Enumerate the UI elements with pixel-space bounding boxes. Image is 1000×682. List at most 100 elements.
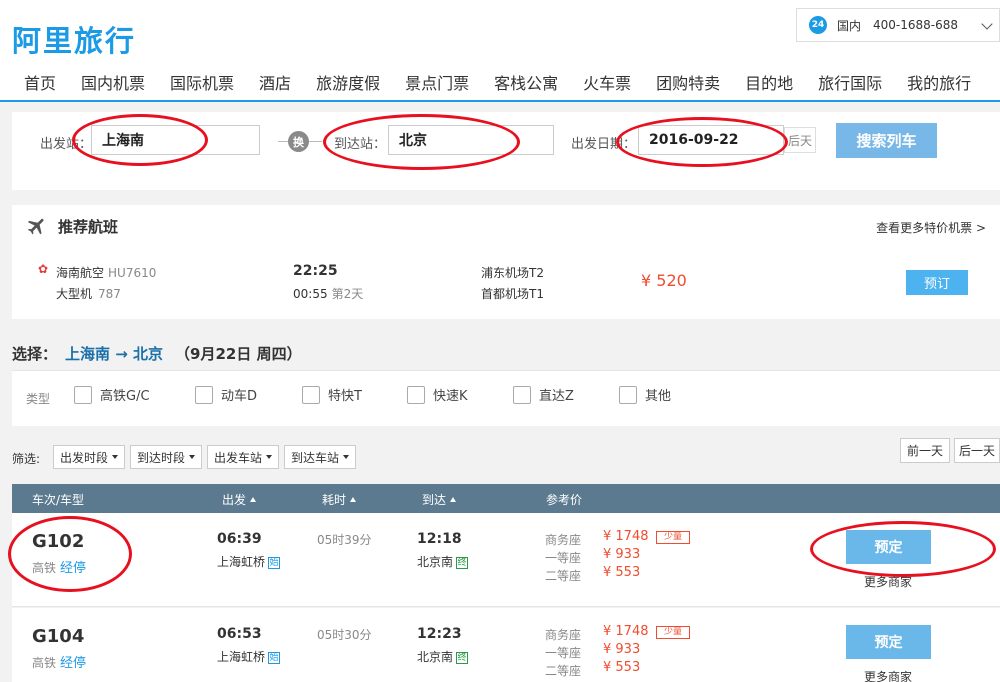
more-merchants-link[interactable]: 更多商家: [864, 573, 912, 590]
arrive-station: 北京南终: [417, 553, 469, 570]
trip-duration: 05时39分: [317, 533, 372, 547]
nav-destinations[interactable]: 目的地: [745, 70, 793, 94]
train-stops-link[interactable]: 经停: [60, 561, 86, 576]
seat-price: ¥ 553: [603, 565, 641, 580]
selection-date: （9月22日 周四）: [175, 345, 302, 363]
terminal-station-icon: 终: [456, 557, 469, 569]
col-duration[interactable]: 耗时: [322, 491, 357, 508]
prev-day-button[interactable]: 前一天: [900, 438, 950, 463]
type-filter-label: 类型: [26, 392, 51, 406]
checkbox[interactable]: [302, 385, 320, 404]
flight-arrive-time: 00:55: [293, 287, 328, 301]
plane-size: 大型机: [56, 287, 93, 301]
checkbox[interactable]: [74, 385, 92, 404]
to-station-input[interactable]: [388, 125, 554, 155]
book-train-button[interactable]: 预定: [846, 530, 931, 564]
sort-icon: [250, 497, 257, 502]
plane-icon: [27, 218, 44, 235]
nav-inns[interactable]: 客栈公寓: [494, 70, 558, 94]
selection-route: 上海南 → 北京: [65, 345, 164, 363]
flight-arrive-day: 第2天: [331, 287, 364, 301]
dropdown-label: 出发时段: [60, 450, 109, 465]
type-option-label: 特快T: [328, 389, 362, 404]
train-type-label: 高铁: [32, 656, 57, 670]
col-duration-label: 耗时: [322, 493, 347, 507]
next-day-button[interactable]: 后一天: [954, 438, 1000, 463]
depart-station: 上海虹桥始: [217, 648, 281, 665]
recommended-flight-title: 推荐航班: [58, 218, 119, 236]
train-stops-link[interactable]: 经停: [60, 656, 86, 671]
type-option-other[interactable]: 其他: [619, 385, 671, 404]
sort-icon: [350, 497, 357, 502]
type-option-label: 快速K: [433, 389, 468, 404]
train-search-panel: 出发站： 换 到达站： 出发日期： 后天 搜索列车: [12, 112, 1000, 190]
depart-period-dropdown[interactable]: 出发时段: [53, 445, 126, 469]
nav-travel-international[interactable]: 旅行国际: [818, 70, 882, 94]
nav-vacations[interactable]: 旅游度假: [316, 70, 380, 94]
arrive-station-name: 北京南: [417, 555, 454, 569]
nav-my-travel[interactable]: 我的旅行: [907, 70, 971, 94]
depart-station-dropdown[interactable]: 出发车站: [207, 445, 280, 469]
nav-domestic-flights[interactable]: 国内机票: [81, 70, 145, 94]
train-number[interactable]: G104: [32, 626, 84, 647]
terminal-station-icon: 终: [456, 652, 469, 664]
type-option-k[interactable]: 快速K: [407, 385, 468, 404]
nav-home[interactable]: 首页: [24, 70, 56, 94]
flight-to-airport: 首都机场T1: [481, 287, 544, 301]
flight-plane-type: 大型机 787: [56, 285, 121, 302]
seat-class: 商务座: [545, 533, 582, 547]
seat-class: 二等座: [545, 664, 582, 678]
chevron-down-icon: [981, 18, 993, 30]
origin-station-icon: 始: [268, 652, 281, 664]
type-option-z[interactable]: 直达Z: [513, 385, 574, 404]
selection-prefix: 选择：: [12, 345, 58, 363]
arrive-station: 北京南终: [417, 648, 469, 665]
more-cheap-flights-link[interactable]: 查看更多特价机票 >: [876, 219, 986, 236]
arrive-period-dropdown[interactable]: 到达时段: [130, 445, 203, 469]
book-flight-button[interactable]: 预订: [906, 270, 968, 295]
col-arrive-label: 到达: [422, 493, 447, 507]
col-depart[interactable]: 出发: [222, 491, 257, 508]
col-arrive[interactable]: 到达: [422, 491, 457, 508]
search-trains-button[interactable]: 搜索列车: [836, 123, 937, 158]
more-merchants-link[interactable]: 更多商家: [864, 668, 912, 682]
nav-train-tickets[interactable]: 火车票: [583, 70, 631, 94]
checkbox[interactable]: [407, 385, 425, 404]
arrive-time: 12:23: [417, 626, 462, 642]
train-number[interactable]: G102: [32, 531, 84, 552]
checkbox[interactable]: [619, 385, 637, 404]
nav-international-flights[interactable]: 国际机票: [170, 70, 234, 94]
from-station-label: 出发站：: [40, 137, 93, 152]
col-train-no: 车次/车型: [32, 493, 85, 507]
train-type: 高铁 经停: [32, 652, 86, 671]
checkbox[interactable]: [513, 385, 531, 404]
limited-tickets-badge: 少量: [656, 531, 690, 544]
type-option-label: 动车D: [221, 389, 258, 404]
depart-date-input[interactable]: [638, 125, 784, 155]
hotline-region: 国内: [837, 18, 862, 33]
site-logo[interactable]: 阿里旅行: [12, 18, 136, 60]
site-header: 阿里旅行 24 国内 400-1688-688 首页 国内机票 国际机票 酒店 …: [0, 0, 1000, 102]
type-option-label: 高铁G/C: [100, 389, 150, 404]
day-after-tomorrow-button[interactable]: 后天: [784, 127, 816, 153]
depart-time: 06:53: [217, 626, 262, 642]
nav-group-deals[interactable]: 团购特卖: [656, 70, 720, 94]
type-option-d[interactable]: 动车D: [195, 385, 257, 404]
train-table-header: 车次/车型 出发 耗时 到达 参考价: [12, 484, 1000, 513]
book-train-button[interactable]: 预定: [846, 625, 931, 659]
main-nav: 首页 国内机票 国际机票 酒店 旅游度假 景点门票 客栈公寓 火车票 团购特卖 …: [24, 70, 996, 94]
hotline-selector[interactable]: 24 国内 400-1688-688: [796, 8, 1000, 42]
type-option-label: 直达Z: [539, 389, 574, 404]
origin-station-icon: 始: [268, 557, 281, 569]
nav-attraction-tickets[interactable]: 景点门票: [405, 70, 469, 94]
nav-hotels[interactable]: 酒店: [259, 70, 291, 94]
arrive-station-dropdown[interactable]: 到达车站: [284, 445, 357, 469]
to-station-label: 到达站：: [334, 137, 387, 152]
caret-down-icon: [266, 455, 273, 459]
from-station-input[interactable]: [91, 125, 260, 155]
checkbox[interactable]: [195, 385, 213, 404]
type-option-t[interactable]: 特快T: [302, 385, 362, 404]
type-option-gc[interactable]: 高铁G/C: [74, 385, 150, 404]
dropdown-label: 到达车站: [291, 450, 340, 465]
swap-stations-button[interactable]: 换: [288, 131, 309, 152]
